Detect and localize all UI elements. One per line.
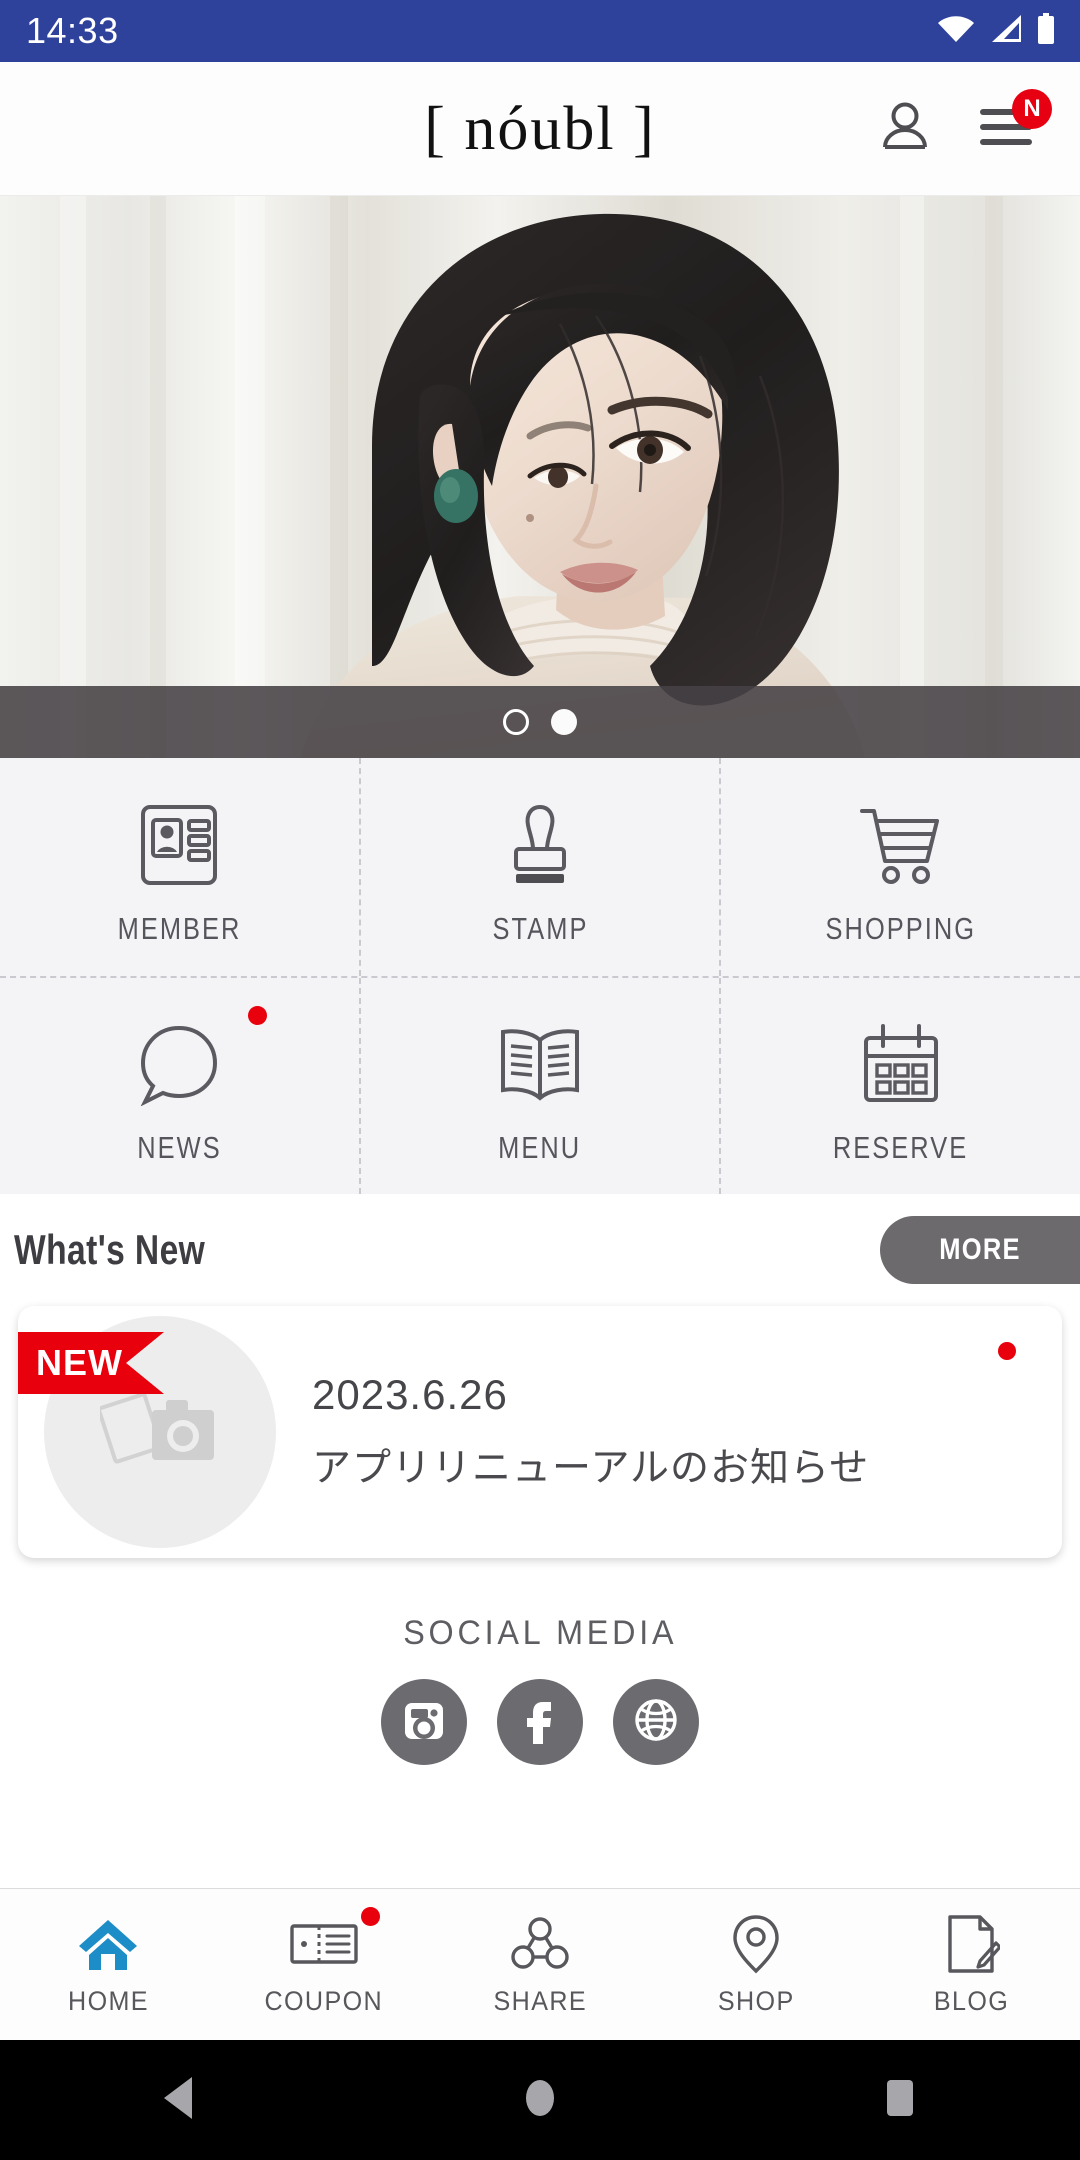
carousel-indicator-bar — [0, 686, 1080, 758]
back-triangle-icon — [160, 2075, 200, 2126]
news-date: 2023.6.26 — [312, 1370, 508, 1418]
wifi-icon — [936, 14, 976, 49]
quick-action-grid: MEMBER STAMP SHOPPING NEWS MENU RESERVE — [0, 758, 1080, 1194]
coupon-badge — [361, 1907, 380, 1926]
grid-item-menu[interactable]: MENU — [358, 978, 720, 1194]
whats-new-more-button[interactable]: MORE — [880, 1216, 1080, 1284]
news-title: アプリリニューアルのお知らせ — [312, 1446, 870, 1490]
grid-item-shopping[interactable]: SHOPPING — [719, 758, 1080, 976]
whats-new-title: What's New — [14, 1226, 206, 1273]
menu-badge: N — [1012, 89, 1052, 129]
nav-label-coupon: COUPON — [264, 1986, 384, 2016]
android-navigation-bar — [0, 2040, 1080, 2160]
facebook-icon — [514, 1694, 566, 1751]
status-bar: 14:33 — [0, 0, 1080, 62]
home-icon — [77, 1912, 139, 1976]
document-pencil-icon — [944, 1912, 1000, 1976]
website-button[interactable] — [613, 1679, 699, 1765]
grid-label-stamp: STAMP — [492, 911, 588, 946]
news-card[interactable]: NEW 2023.6.26 アプリリニューアルのお知らせ — [18, 1306, 1062, 1558]
news-list: NEW 2023.6.26 アプリリニューアルのお知らせ — [0, 1306, 1080, 1558]
grid-item-news[interactable]: NEWS — [0, 978, 359, 1194]
grid-row-1: MEMBER STAMP SHOPPING — [0, 758, 1080, 976]
news-content: 2023.6.26 アプリリニューアルのお知らせ — [312, 1370, 1062, 1493]
share-nodes-icon — [509, 1912, 571, 1976]
instagram-icon — [398, 1694, 450, 1751]
nav-label-shop: SHOP — [717, 1986, 795, 2016]
bottom-navigation: HOME COUPON SHARE SHOP BLOG — [0, 1888, 1080, 2040]
nav-item-blog[interactable]: BLOG — [864, 1889, 1080, 2040]
header-actions: N — [876, 89, 1080, 160]
coupon-ticket-icon — [289, 1912, 359, 1976]
whats-new-header: What's New MORE — [0, 1194, 1080, 1306]
instagram-button[interactable] — [381, 1679, 467, 1765]
cellular-signal-icon — [989, 14, 1023, 49]
android-home-button[interactable] — [440, 2040, 640, 2160]
website-globe-icon — [630, 1694, 682, 1751]
nav-label-home: HOME — [67, 1986, 149, 2016]
person-icon — [876, 97, 934, 160]
nav-item-home[interactable]: HOME — [0, 1889, 216, 2040]
grid-label-reserve: RESERVE — [832, 1130, 969, 1165]
nav-item-coupon[interactable]: COUPON — [216, 1889, 432, 2040]
shopping-cart-icon — [857, 801, 945, 887]
grid-label-member: MEMBER — [117, 911, 242, 946]
grid-label-shopping: SHOPPING — [825, 911, 976, 946]
id-card-icon — [138, 801, 220, 887]
grid-label-menu: MENU — [498, 1130, 582, 1165]
menu-button[interactable]: N — [978, 89, 1052, 154]
app-screen: 14:33 [ nóubl ] N MEMBER STAMP SHOPPING … — [0, 0, 1080, 2160]
news-unread-dot — [998, 1342, 1016, 1360]
social-media-title: SOCIAL MEDIA — [402, 1614, 678, 1652]
facebook-button[interactable] — [497, 1679, 583, 1765]
nav-label-blog: BLOG — [934, 1986, 1010, 2016]
app-header: [ nóubl ] N — [0, 62, 1080, 196]
account-button[interactable] — [876, 97, 934, 160]
recents-square-icon — [880, 2075, 920, 2126]
hero-carousel[interactable] — [0, 196, 1080, 758]
status-icons — [936, 12, 1056, 50]
grid-item-stamp[interactable]: STAMP — [358, 758, 720, 976]
news-unread-badge — [247, 1006, 267, 1025]
nav-label-share: SHARE — [493, 1986, 587, 2016]
speech-bubble-icon — [136, 1020, 222, 1106]
battery-icon — [1036, 12, 1056, 50]
home-circle-icon — [520, 2075, 560, 2126]
android-back-button[interactable] — [80, 2040, 280, 2160]
grid-item-reserve[interactable]: RESERVE — [719, 978, 1080, 1194]
nav-item-share[interactable]: SHARE — [432, 1889, 648, 2040]
status-time: 14:33 — [26, 10, 119, 51]
social-media-section: SOCIAL MEDIA — [0, 1558, 1080, 1765]
location-pin-icon — [730, 1912, 782, 1976]
grid-label-news: NEWS — [137, 1130, 222, 1165]
hero-image — [0, 196, 1080, 758]
calendar-icon — [859, 1020, 943, 1106]
carousel-dot-2[interactable] — [551, 709, 577, 735]
android-recents-button[interactable] — [800, 2040, 1000, 2160]
more-label: MORE — [939, 1233, 1021, 1266]
photo-placeholder-icon — [97, 1384, 220, 1481]
grid-row-2: NEWS MENU RESERVE — [0, 976, 1080, 1194]
nav-item-shop[interactable]: SHOP — [648, 1889, 864, 2040]
social-media-links — [0, 1679, 1080, 1765]
carousel-dot-1[interactable] — [503, 709, 529, 735]
rubber-stamp-icon — [499, 801, 581, 887]
open-book-icon — [495, 1020, 585, 1106]
grid-item-member[interactable]: MEMBER — [0, 758, 359, 976]
